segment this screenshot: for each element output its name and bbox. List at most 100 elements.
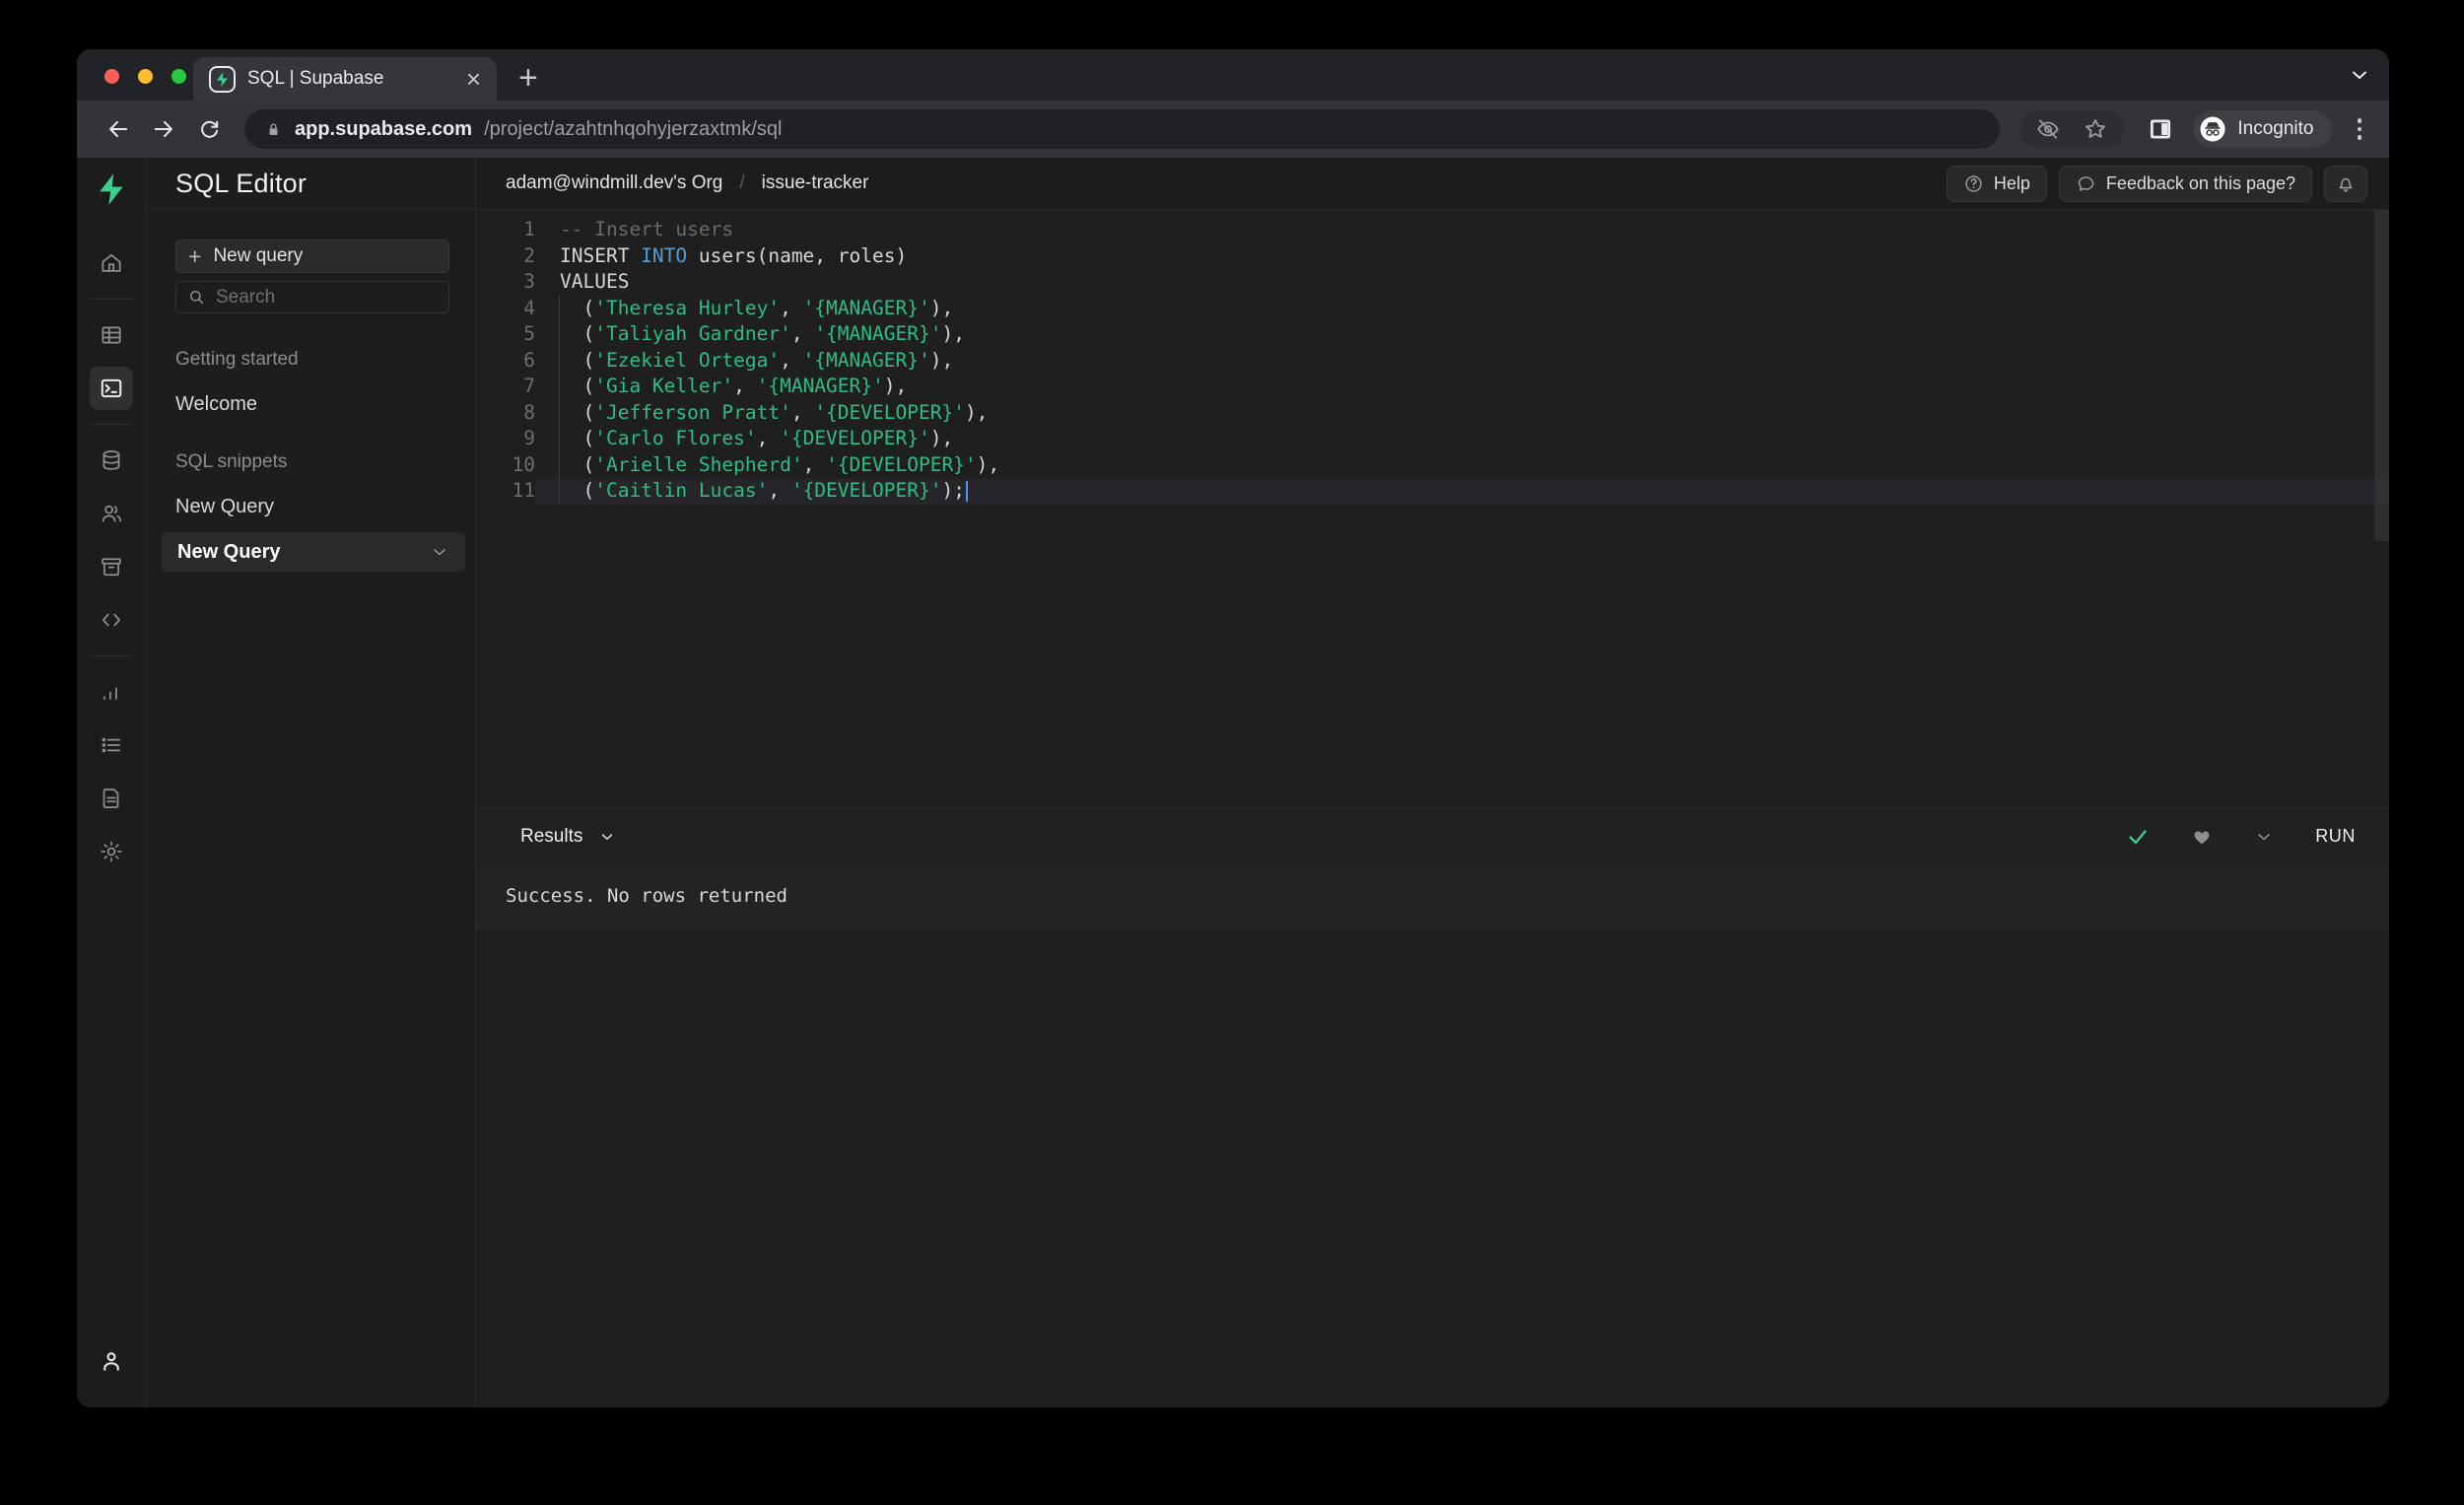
incognito-badge: Incognito [2193, 110, 2332, 148]
nav-home-icon[interactable] [90, 241, 133, 285]
new-query-button[interactable]: + New query [175, 239, 449, 273]
nav-rail [77, 158, 146, 1407]
results-empty-area [476, 929, 2389, 1407]
supabase-favicon-icon [209, 65, 236, 93]
breadcrumb-separator: / [739, 172, 745, 193]
line-number: 4 [523, 296, 535, 319]
browser-tab[interactable]: SQL | Supabase × [193, 57, 497, 101]
window-controls [104, 69, 186, 84]
minimize-window-button[interactable] [138, 69, 153, 84]
incognito-label: Incognito [2237, 118, 2314, 139]
line-number: 3 [523, 270, 535, 293]
query-result-message-row: Success. No rows returned [476, 863, 2389, 929]
editor-scrollbar[interactable] [2374, 210, 2389, 541]
reload-button[interactable] [189, 109, 229, 149]
plus-icon: + [188, 242, 202, 269]
line-number: 11 [512, 479, 535, 502]
eye-off-icon[interactable] [2035, 116, 2061, 142]
tab-title: SQL | Supabase [247, 68, 384, 89]
run-button[interactable]: RUN [2315, 826, 2356, 847]
nav-logs-icon[interactable] [90, 723, 133, 767]
lock-icon [269, 123, 278, 135]
line-number: 2 [523, 243, 535, 267]
sql-code-editor[interactable]: 1 -- Insert users 2 INSERT INTO users(na… [476, 210, 2389, 808]
close-window-button[interactable] [104, 69, 119, 84]
line-number: 1 [523, 218, 535, 240]
code-line: 3 VALUES [476, 269, 2389, 296]
code-line: 1 -- Insert users [476, 217, 2389, 243]
chat-bubble-icon [2078, 175, 2094, 191]
favorite-heart-icon[interactable] [2191, 826, 2213, 848]
main-content: adam@windmill.dev's Org / issue-tracker … [476, 158, 2389, 1407]
chevron-down-icon [602, 833, 613, 840]
account-icon[interactable] [90, 1339, 133, 1383]
code-line: 2 INSERT INTO users(name, roles) [476, 243, 2389, 270]
nav-api-icon[interactable] [90, 598, 133, 642]
nav-table-editor-icon[interactable] [90, 313, 133, 357]
code-line: 6 ('Ezekiel Ortega', '{MANAGER}'), [476, 347, 2389, 375]
side-panel-icon[interactable] [2148, 116, 2173, 142]
tab-close-icon[interactable]: × [466, 66, 481, 92]
nav-docs-icon[interactable] [90, 777, 133, 820]
nav-auth-icon[interactable] [90, 492, 133, 535]
tab-search-chevron-icon[interactable] [2348, 63, 2371, 87]
nav-settings-icon[interactable] [90, 830, 133, 873]
section-getting-started: Getting started [175, 349, 299, 370]
back-button[interactable] [99, 109, 138, 149]
browser-menu-icon[interactable] [2352, 112, 2368, 146]
code-line: 8 ('Jefferson Pratt', '{DEVELOPER}'), [476, 399, 2389, 427]
feedback-button[interactable]: Feedback on this page? [2058, 165, 2312, 202]
url-bar[interactable]: app.supabase.com/project/azahtnhqohyjerz… [244, 109, 2001, 149]
line-number: 9 [523, 427, 535, 449]
nav-storage-icon[interactable] [90, 545, 133, 588]
code-line: 10 ('Arielle Shepherd', '{DEVELOPER}'), [476, 451, 2389, 479]
nav-sql-editor-icon[interactable] [89, 367, 133, 410]
new-tab-button[interactable]: + [518, 61, 538, 95]
line-number: 5 [523, 322, 535, 345]
section-sql-snippets: SQL snippets [175, 451, 288, 472]
help-icon [1965, 174, 1982, 192]
line-number: 8 [523, 400, 535, 424]
text-cursor [965, 481, 969, 502]
notifications-button[interactable] [2324, 165, 2367, 202]
page-title: SQL Editor [146, 158, 475, 210]
forward-button[interactable] [144, 109, 183, 149]
project-header: adam@windmill.dev's Org / issue-tracker … [476, 158, 2389, 210]
page-controls [2019, 110, 2125, 148]
sql-snippets-panel: SQL Editor + New query Getting started W… [146, 158, 476, 1407]
snippet-item-new-query-active[interactable]: New Query [162, 532, 465, 572]
code-line: 5 ('Taliyah Gardner', '{MANAGER}'), [476, 321, 2389, 348]
breadcrumb-org[interactable]: adam@windmill.dev's Org [506, 172, 722, 194]
snippet-search[interactable] [175, 281, 449, 313]
help-button[interactable]: Help [1946, 165, 2047, 202]
results-dropdown[interactable]: Results [520, 826, 616, 848]
url-path: /project/azahtnhqohyjerzaxtmk/sql [484, 117, 783, 140]
breadcrumb-project[interactable]: issue-tracker [762, 172, 869, 194]
maximize-window-button[interactable] [171, 69, 186, 84]
success-message: Success. No rows returned [506, 885, 787, 907]
code-line: 9 ('Carlo Flores', '{DEVELOPER}'), [476, 426, 2389, 452]
line-number: 10 [512, 452, 535, 476]
line-number: 6 [523, 348, 535, 372]
line-number: 7 [523, 375, 535, 397]
results-bar: Results RUN [476, 808, 2389, 863]
nav-reports-icon[interactable] [90, 670, 133, 714]
code-line: 4 ('Theresa Hurley', '{MANAGER}'), [476, 295, 2389, 322]
snippet-item-new-query[interactable]: New Query [175, 496, 449, 518]
chevron-down-icon[interactable] [430, 542, 449, 562]
code-line: 7 ('Gia Keller', '{MANAGER}'), [476, 374, 2389, 400]
search-icon [190, 291, 204, 305]
bell-icon [2339, 177, 2353, 192]
tab-strip: SQL | Supabase × + [77, 49, 2389, 101]
supabase-logo-icon[interactable] [94, 171, 129, 207]
incognito-icon [2200, 116, 2225, 142]
run-options-chevron-icon[interactable] [2254, 827, 2274, 847]
bookmark-star-icon[interactable] [2083, 116, 2108, 142]
nav-database-icon[interactable] [90, 439, 133, 482]
search-input[interactable] [216, 286, 438, 308]
snippet-item-welcome[interactable]: Welcome [175, 393, 449, 416]
code-line-active: 11 ('Caitlin Lucas', '{DEVELOPER}'); [476, 478, 2389, 505]
browser-toolbar: app.supabase.com/project/azahtnhqohyjerz… [77, 101, 2389, 158]
browser-window: SQL | Supabase × + app.supabase.com/proj… [77, 49, 2389, 1407]
success-check-icon [2129, 829, 2147, 844]
